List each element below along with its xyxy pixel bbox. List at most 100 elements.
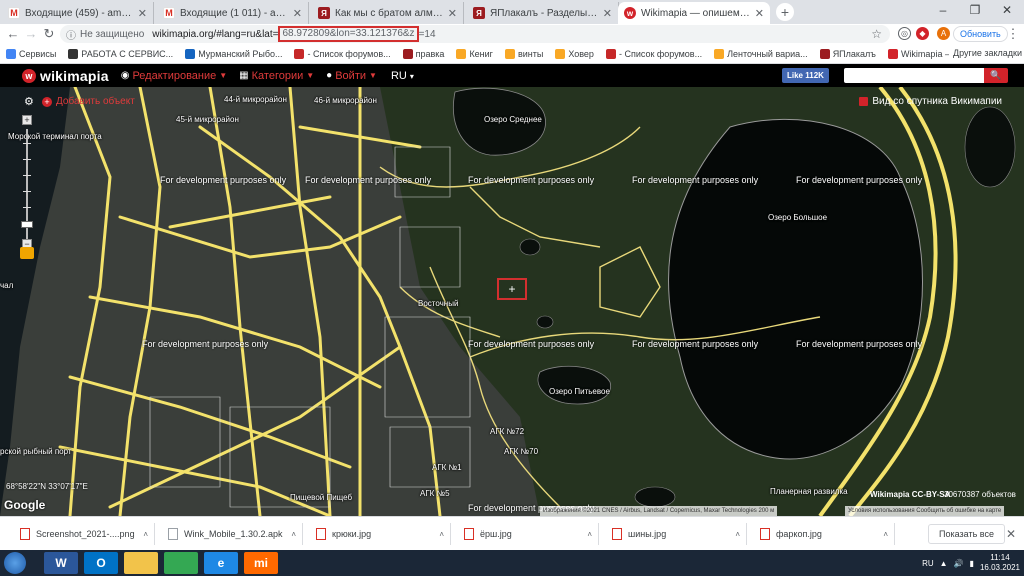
map-label-ozero-bolshoe[interactable]: Озеро Большое	[768, 213, 827, 222]
image-file-icon	[760, 528, 770, 540]
profile-avatar[interactable]: A	[937, 27, 950, 40]
explorer-icon[interactable]	[124, 552, 158, 574]
minimize-button[interactable]: –	[928, 3, 958, 17]
map-canvas[interactable]: For development purposes only For develo…	[0, 87, 1024, 516]
menu-categories[interactable]: ▦ Категории ▼	[239, 70, 314, 82]
download-item[interactable]: Screenshot_2021-....png ˄	[10, 523, 155, 545]
xiaomi-icon[interactable]: mi	[244, 552, 278, 574]
map-search-input[interactable]	[844, 68, 984, 83]
tray-lang[interactable]: RU	[922, 559, 934, 568]
close-shelf-button[interactable]: ✕	[1006, 527, 1016, 541]
tab-gmail-1[interactable]: M Входящие (459) - amaizerov@gm ✕	[2, 2, 154, 24]
word-icon[interactable]: W	[44, 552, 78, 574]
tab-close-icon[interactable]: ✕	[603, 7, 612, 20]
adblock-icon[interactable]: ◆	[916, 27, 929, 40]
bookmark-item[interactable]: правка	[397, 48, 451, 59]
reload-button[interactable]: ↻	[40, 25, 58, 43]
menu-editing[interactable]: ◉ Редактирование ▼	[121, 70, 227, 82]
bookmark-item[interactable]: Ховер	[549, 48, 600, 59]
bookmark-item[interactable]: винты	[499, 48, 549, 59]
map-label-ozero-srednee[interactable]: Озеро Среднее	[484, 115, 542, 124]
tab-wikimapia[interactable]: w Wikimapia — опишем весь мир! ✕	[618, 2, 770, 24]
bookmark-item[interactable]: ЯПлакалъ	[814, 48, 882, 59]
start-icon[interactable]	[4, 552, 26, 574]
bookmark-item[interactable]: - Список форумов...	[600, 48, 708, 59]
chevron-up-icon[interactable]: ˄	[291, 530, 296, 539]
extension-icon[interactable]: ◎	[898, 27, 911, 40]
wikimapia-logo[interactable]: w wikimapia	[22, 68, 109, 84]
tab-close-icon[interactable]: ✕	[293, 7, 302, 20]
volume-icon[interactable]: 🔊	[954, 559, 964, 568]
clock[interactable]: 11:14 16.03.2021	[980, 553, 1020, 573]
bookmark-star-icon[interactable]: ☆	[871, 27, 882, 41]
tab-close-icon[interactable]: ✕	[138, 7, 147, 20]
tab-gmail-2[interactable]: M Входящие (1 011) - amaizerov@ ✕	[157, 2, 309, 24]
tab-yaplakal-1[interactable]: Я Как мы с братом алмаз делали ✕	[312, 2, 464, 24]
bookmark-item[interactable]: РАБОТА С СЕРВИС...	[62, 48, 179, 59]
map-label-agk72[interactable]: АГК №72	[490, 427, 524, 436]
zoom-control[interactable]: + −	[19, 115, 35, 265]
download-item[interactable]: ёрш.jpg ˄	[454, 523, 599, 545]
map-label-planernaya[interactable]: Планерная развилка	[770, 487, 848, 496]
show-all-downloads-button[interactable]: Показать все	[928, 524, 1005, 544]
chevron-up-icon[interactable]: ˄	[735, 530, 740, 539]
bookmark-item[interactable]: Ленточный вариа...	[708, 48, 814, 59]
map-label-pishchevoy[interactable]: Пищевой Пищеб	[290, 493, 352, 502]
map-label-45-mkr[interactable]: 45-й микрорайон	[176, 115, 239, 124]
zoom-track[interactable]	[26, 129, 28, 249]
chevron-up-icon[interactable]: ˄	[883, 530, 888, 539]
bookmark-item[interactable]: Мурманский Рыбо...	[179, 48, 288, 59]
map-label-pier[interactable]: чал	[0, 281, 13, 290]
address-bar[interactable]: ⓘ Не защищено wikimapia.org/#lang=ru&lat…	[60, 25, 890, 43]
maximize-button[interactable]: ❐	[960, 3, 990, 17]
download-item[interactable]: крюки.jpg ˄	[306, 523, 451, 545]
chevron-up-icon[interactable]: ˄	[439, 530, 444, 539]
download-item[interactable]: шины.jpg ˄	[602, 523, 747, 545]
folder-icon	[714, 48, 725, 59]
map-label-ozero-pitevoe[interactable]: Озеро Питьевое	[549, 387, 610, 396]
other-bookmarks[interactable]: Другие закладки	[949, 48, 1022, 58]
download-item[interactable]: Wink_Mobile_1.30.2.apk ˄	[158, 523, 303, 545]
download-item[interactable]: фаркоп.jpg ˄	[750, 523, 895, 545]
chevron-up-icon[interactable]: ˄	[143, 530, 148, 539]
close-window-button[interactable]: ✕	[992, 3, 1022, 17]
google-logo[interactable]: Google	[4, 498, 45, 512]
info-icon[interactable]: ⓘ	[66, 27, 76, 42]
zoom-slider-thumb[interactable]	[21, 221, 33, 228]
facebook-like-button[interactable]: Like 112K	[782, 68, 829, 83]
add-object-button[interactable]: + Добавить объект	[42, 96, 135, 107]
chrome-icon[interactable]	[164, 552, 198, 574]
bookmark-item[interactable]: Кениг	[450, 48, 499, 59]
map-label-46-mkr[interactable]: 46-й микрорайон	[314, 96, 377, 105]
map-label-agk70[interactable]: АГК №70	[504, 447, 538, 456]
terms-links[interactable]: Условия использования Сообщить об ошибке…	[845, 506, 1005, 516]
forward-button[interactable]: →	[22, 25, 40, 43]
tab-close-icon[interactable]: ✕	[448, 7, 457, 20]
map-label-vostochny[interactable]: Восточный	[418, 299, 458, 308]
tab-yaplakal-2[interactable]: Я ЯПлакалъ - Разделы -> Цитиру ✕	[467, 2, 619, 24]
ie-icon[interactable]: e	[204, 552, 238, 574]
zoom-in-button[interactable]: +	[22, 115, 32, 125]
satellite-view-toggle[interactable]: Вид со спутника Викимапии	[859, 96, 1002, 107]
license-label[interactable]: Wikimapia CC-BY-SA	[870, 490, 950, 499]
search-button[interactable]: 🔍	[984, 68, 1008, 83]
layers-icon[interactable]	[20, 247, 34, 259]
tray-expand-icon[interactable]: ▲	[940, 559, 948, 568]
update-button[interactable]: Обновить	[953, 26, 1008, 42]
tab-close-icon[interactable]: ✕	[755, 7, 764, 20]
menu-icon[interactable]: ⋮	[1004, 25, 1022, 43]
map-label-agk1[interactable]: АГК №1	[432, 463, 462, 472]
map-label-fish-port[interactable]: рской рыбный порт	[0, 447, 72, 456]
map-label-agk5[interactable]: АГК №5	[420, 489, 450, 498]
chevron-up-icon[interactable]: ˄	[587, 530, 592, 539]
map-label-44-mkr[interactable]: 44-й микрорайон	[224, 95, 287, 104]
language-selector[interactable]: RU ▾	[391, 70, 414, 82]
outlook-icon[interactable]: O	[84, 552, 118, 574]
bookmark-item[interactable]: - Список форумов...	[288, 48, 396, 59]
gear-icon[interactable]: ⚙	[24, 95, 36, 108]
network-icon[interactable]: ▮	[970, 559, 974, 568]
new-tab-button[interactable]: +	[776, 3, 794, 21]
bookmark-item[interactable]: Сервисы	[0, 48, 62, 59]
menu-login[interactable]: ● Войти ▼	[326, 70, 377, 82]
back-button[interactable]: ←	[4, 25, 22, 43]
